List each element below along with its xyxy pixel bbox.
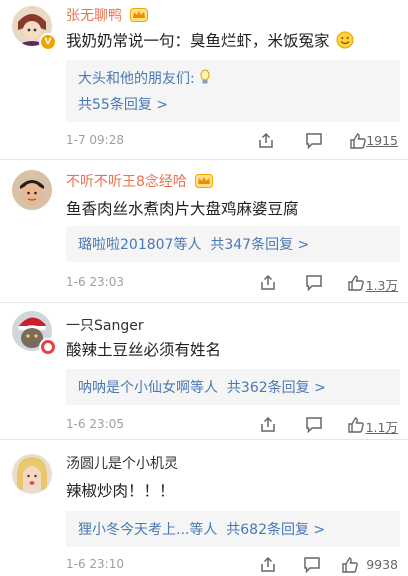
comment-text: 我奶奶常说一句：臭鱼烂虾，米饭冤家 (66, 29, 354, 51)
comment-icon[interactable] (302, 555, 322, 575)
reply-count-text[interactable]: 共347条回复 > (210, 237, 309, 253)
crown-icon (195, 174, 214, 188)
thumbs-up-icon[interactable] (346, 273, 366, 293)
like-count[interactable]: 1915 (366, 133, 398, 148)
reply-author-link[interactable]: 璐啦啦201807等人 (78, 237, 201, 253)
reply-preview[interactable]: 璐啦啦201807等人 共347条回复 > (66, 226, 400, 262)
share-icon[interactable] (258, 415, 278, 435)
reply-preview[interactable]: 呐呐是个小仙女啊等人 共362条回复 > (66, 369, 400, 405)
comment-meta: 1-6 23:05 1.1万 (66, 414, 400, 436)
reply-author-line[interactable]: 大头和他的朋友们: (78, 68, 211, 88)
reply-author-link[interactable]: 狸小冬今天考上...等人 (78, 522, 217, 538)
reply-author-link[interactable]: 大头和他的朋友们: (78, 71, 195, 87)
comment-text: 酸辣土豆丝必须有姓名 (66, 338, 221, 360)
reply-summary-line[interactable]: 呐呐是个小仙女啊等人 共362条回复 > (78, 377, 326, 397)
avatar[interactable] (12, 454, 52, 494)
share-icon[interactable] (256, 131, 276, 151)
comment-text-content: 酸辣土豆丝必须有姓名 (66, 341, 222, 359)
comment-time: 1-7 09:28 (66, 133, 124, 147)
username-text[interactable]: 张无聊鸭 (66, 8, 122, 24)
comment-icon[interactable] (304, 273, 324, 293)
lightbulb-icon (200, 69, 210, 84)
reply-summary-line[interactable]: 狸小冬今天考上...等人 共682条回复 > (78, 519, 325, 539)
comment-meta: 1-6 23:10 9938 (66, 554, 400, 576)
comment-text: 鱼香肉丝水煮肉片大盘鸡麻婆豆腐 (66, 197, 299, 219)
verified-badge (39, 338, 57, 356)
comment-text-content: 辣椒炒肉！！！ (66, 482, 175, 500)
avatar-image (12, 170, 52, 210)
username[interactable]: 汤圆儿是个小机灵 (66, 453, 178, 473)
comment-item: 不听不听王8念经哈 鱼香肉丝水煮肉片大盘鸡麻婆豆腐 璐啦啦201807等人 共3… (0, 160, 408, 303)
crown-icon (130, 8, 149, 22)
comment-meta: 1-7 09:28 1915 (66, 130, 400, 152)
avatar[interactable] (12, 170, 52, 210)
reply-count-text[interactable]: 共362条回复 > (227, 380, 326, 396)
reply-author-link[interactable]: 呐呐是个小仙女啊等人 (78, 380, 218, 396)
verified-badge: V (39, 33, 57, 51)
username-text[interactable]: 一只Sanger (66, 318, 144, 334)
username-text[interactable]: 不听不听王8念经哈 (66, 174, 187, 190)
avatar-image (12, 454, 52, 494)
like-count[interactable]: 1.1万 (366, 417, 398, 436)
smiley-icon (336, 31, 354, 49)
reply-preview[interactable]: 大头和他的朋友们: 共55条回复 > (66, 60, 400, 122)
username-text[interactable]: 汤圆儿是个小机灵 (66, 456, 178, 472)
comment-icon[interactable] (304, 415, 324, 435)
thumbs-up-icon[interactable] (348, 131, 368, 151)
comment-item: 汤圆儿是个小机灵 辣椒炒肉！！！ 狸小冬今天考上...等人 共682条回复 > … (0, 440, 408, 574)
share-icon[interactable] (258, 555, 278, 575)
comment-time: 1-6 23:10 (66, 557, 124, 571)
reply-count-text[interactable]: 共55条回复 > (78, 97, 168, 113)
username[interactable]: 一只Sanger (66, 315, 144, 335)
comment-icon[interactable] (304, 131, 324, 151)
comment-text-content: 我奶奶常说一句：臭鱼烂虾，米饭冤家 (66, 32, 330, 50)
comment-time: 1-6 23:05 (66, 417, 124, 431)
comment-time: 1-6 23:03 (66, 275, 124, 289)
username[interactable]: 张无聊鸭 (66, 5, 149, 25)
comment-meta: 1-6 23:03 1.3万 (66, 272, 400, 294)
reply-preview[interactable]: 狸小冬今天考上...等人 共682条回复 > (66, 511, 400, 547)
like-count[interactable]: 1.3万 (366, 275, 398, 294)
reply-count-text[interactable]: 共682条回复 > (226, 522, 325, 538)
comment-item: 一只Sanger 酸辣土豆丝必须有姓名 呐呐是个小仙女啊等人 共362条回复 >… (0, 303, 408, 440)
share-icon[interactable] (258, 273, 278, 293)
comment-text-content: 鱼香肉丝水煮肉片大盘鸡麻婆豆腐 (66, 200, 299, 218)
reply-count-link[interactable]: 共55条回复 > (78, 94, 168, 114)
username[interactable]: 不听不听王8念经哈 (66, 171, 214, 191)
reply-summary-line[interactable]: 璐啦啦201807等人 共347条回复 > (78, 234, 309, 254)
like-count[interactable]: 9938 (366, 557, 398, 572)
comment-item: V 张无聊鸭 我奶奶常说一句：臭鱼烂虾，米饭冤家 大头和他的朋友们: 共55条回… (0, 0, 408, 160)
thumbs-up-icon[interactable] (346, 415, 366, 435)
thumbs-up-icon[interactable] (340, 555, 360, 575)
comment-text: 辣椒炒肉！！！ (66, 479, 175, 501)
